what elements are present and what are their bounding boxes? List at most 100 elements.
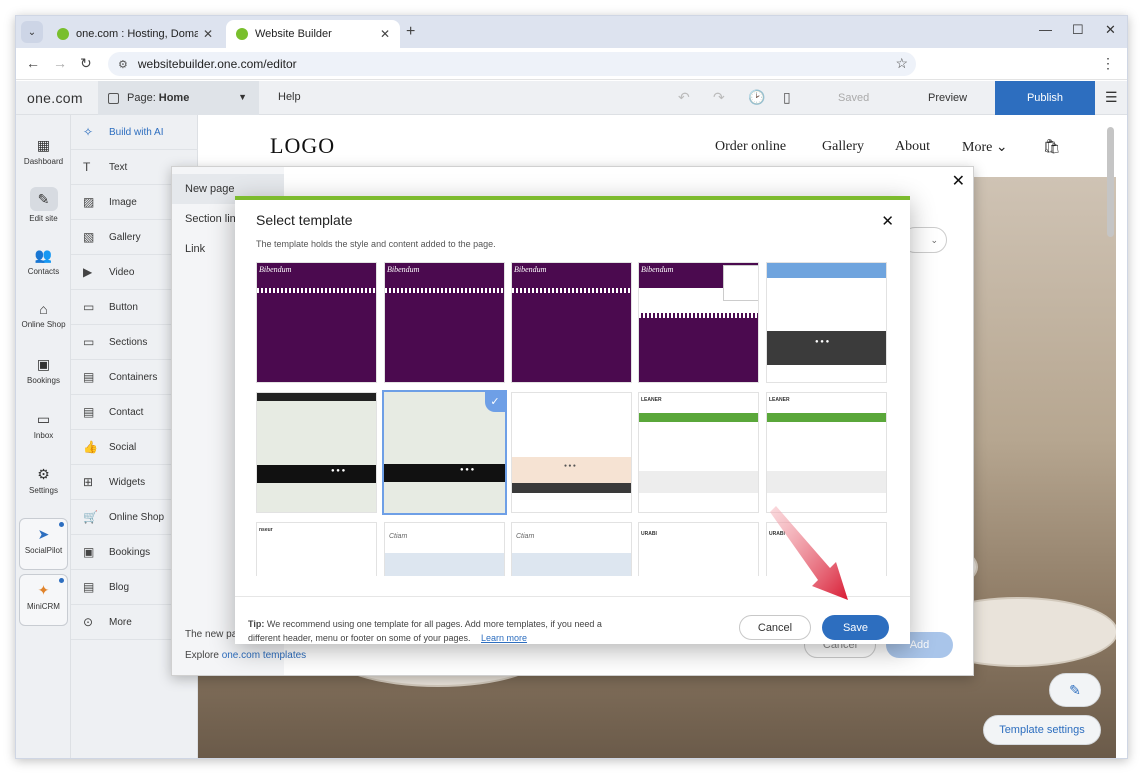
shop-icon: ⌂ <box>39 301 48 317</box>
thumb-body <box>512 293 631 382</box>
rail-dashboard[interactable]: ▦ Dashboard <box>16 137 71 166</box>
design-panel-icon[interactable]: ✎ <box>1049 673 1101 707</box>
rail-online-shop[interactable]: ⌂ Online Shop <box>16 301 71 329</box>
help-link[interactable]: Help <box>278 91 301 103</box>
site-nav-more[interactable]: More ⌄ <box>962 139 1008 156</box>
site-nav-order-online[interactable]: Order online <box>715 139 786 155</box>
thumbs-up-icon: 👍 <box>83 440 98 454</box>
site-nav-gallery[interactable]: Gallery <box>822 139 864 155</box>
brand-logo: one.com <box>27 90 83 106</box>
url-text: websitebuilder.one.com/editor <box>137 57 297 71</box>
rail-edit-site[interactable]: ✎ Edit site <box>16 187 71 223</box>
widget-label: Sections <box>109 336 148 348</box>
window-close-icon[interactable]: ✕ <box>1105 22 1116 38</box>
rail-bookings[interactable]: ▣ Bookings <box>16 356 71 385</box>
sections-icon: ▭ <box>83 335 95 349</box>
canvas-scrollbar[interactable] <box>1107 127 1114 237</box>
dashboard-icon: ▦ <box>36 137 51 153</box>
widgets-icon: ⊞ <box>83 475 94 489</box>
back-arrow-icon[interactable]: ← <box>26 55 40 71</box>
thumb-header <box>257 393 376 401</box>
history-icon[interactable]: 🕑 <box>748 89 765 106</box>
browser-tab-website-builder[interactable]: Website Builder ✕ <box>226 20 400 48</box>
widget-label: Build with AI <box>109 126 164 138</box>
template-thumb[interactable]: ● ● ● <box>766 262 887 383</box>
rail-settings[interactable]: ⚙ Settings <box>16 466 71 495</box>
thumb-header: URABI <box>769 531 785 537</box>
template-thumb[interactable]: nseur <box>256 522 377 576</box>
mobile-view-icon[interactable]: ▯ <box>783 89 791 106</box>
template-thumb[interactable]: Bibendum <box>638 262 759 383</box>
publish-button[interactable]: Publish <box>995 81 1095 115</box>
template-thumb[interactable]: Bibendum <box>384 262 505 383</box>
editor-menu-icon[interactable]: ☰ <box>1105 89 1118 106</box>
page-prefix: Page: <box>127 92 156 104</box>
template-settings-button[interactable]: Template settings <box>983 715 1101 745</box>
gallery-icon: ▧ <box>83 230 95 244</box>
redo-icon[interactable]: ↷ <box>713 89 725 106</box>
rail-label: Edit site <box>29 214 58 223</box>
thumb-header: Bibendum <box>385 263 504 288</box>
template-thumb-selected[interactable]: ✓ ● ● ● <box>382 390 507 515</box>
template-thumb[interactable]: Ctiam <box>384 522 505 576</box>
rail-label: Dashboard <box>23 157 64 166</box>
new-tab-plus-icon[interactable]: + <box>406 23 415 41</box>
thumb-dots: ● ● ● <box>331 468 346 474</box>
rail-inbox[interactable]: ▭ Inbox <box>16 411 71 440</box>
page-selector[interactable]: Page: Home ▼ <box>98 81 259 115</box>
close-icon[interactable]: ✕ <box>952 171 965 191</box>
rail-label: Contacts <box>27 267 60 276</box>
left-rail: ▦ Dashboard ✎ Edit site 👥 Contacts ⌂ Online … <box>16 115 71 758</box>
rail-socialpilot[interactable]: ➤ SocialPilot <box>19 518 68 570</box>
inbox-icon: ▭ <box>36 411 51 427</box>
explore-templates-link[interactable]: one.com templates <box>222 650 307 661</box>
site-nav-about[interactable]: About <box>895 139 930 155</box>
widget-label: Video <box>109 266 135 278</box>
browser-tab-onecom[interactable]: one.com : Hosting, Domain, Email ✕ <box>47 20 223 48</box>
template-thumb[interactable]: Bibendum <box>256 262 377 383</box>
widget-label: Button <box>109 301 138 313</box>
save-button[interactable]: Save <box>822 615 889 640</box>
thumb-body <box>639 318 758 382</box>
widget-build-with-ai[interactable]: ✧ Build with AI <box>71 115 198 150</box>
thumb-dots: ● ● ● <box>564 463 576 469</box>
rail-contacts[interactable]: 👥 Contacts <box>16 247 71 276</box>
preview-button[interactable]: Preview <box>928 92 967 104</box>
tip-text: Tip: We recommend using one template for… <box>248 617 628 645</box>
undo-icon[interactable]: ↶ <box>678 89 690 106</box>
maximize-icon[interactable]: ☐ <box>1072 22 1084 38</box>
template-thumb[interactable]: URABI <box>638 522 759 576</box>
rail-minicrm[interactable]: ✦ MiniCRM <box>19 574 68 626</box>
template-thumb[interactable]: Bibendum <box>511 262 632 383</box>
template-thumb[interactable]: ● ● ● <box>511 392 632 513</box>
caret-down-icon: ▼ <box>238 92 247 102</box>
minimize-icon[interactable]: — <box>1039 22 1052 37</box>
widget-label: Containers <box>109 371 158 383</box>
page-icon <box>108 92 119 104</box>
notification-dot <box>59 522 64 527</box>
close-icon[interactable]: ✕ <box>881 212 894 230</box>
thumb-body <box>257 293 376 382</box>
template-thumb[interactable]: URABI <box>766 522 887 576</box>
url-field[interactable]: ⚙ websitebuilder.one.com/editor ☆ <box>108 52 916 76</box>
cart-icon[interactable]: 🛍 <box>1043 139 1061 156</box>
template-thumb[interactable]: LEANER <box>638 392 759 513</box>
site-logo[interactable]: LOGO <box>270 133 335 159</box>
close-tab-icon[interactable]: ✕ <box>380 27 390 41</box>
template-thumb[interactable]: Ctiam <box>511 522 632 576</box>
widget-label: Blog <box>109 581 130 593</box>
learn-more-link[interactable]: Learn more <box>481 633 527 643</box>
reload-icon[interactable]: ↻ <box>80 55 92 72</box>
browser-menu-icon[interactable]: ⋮ <box>1101 55 1115 72</box>
image-icon: ▨ <box>83 195 95 209</box>
cancel-button[interactable]: Cancel <box>739 615 811 640</box>
tab-title: one.com : Hosting, Domain, Email <box>76 28 198 40</box>
bookmark-star-icon[interactable]: ☆ <box>895 55 908 72</box>
template-thumb[interactable]: ● ● ● <box>256 392 377 513</box>
forward-arrow-icon[interactable]: → <box>53 55 67 71</box>
site-info-icon[interactable]: ⚙ <box>118 58 128 71</box>
close-tab-icon[interactable]: ✕ <box>203 27 213 41</box>
tab-title: Website Builder <box>255 28 332 40</box>
tab-search-icon[interactable]: ⌄ <box>21 21 43 43</box>
template-thumb[interactable]: LEANER <box>766 392 887 513</box>
